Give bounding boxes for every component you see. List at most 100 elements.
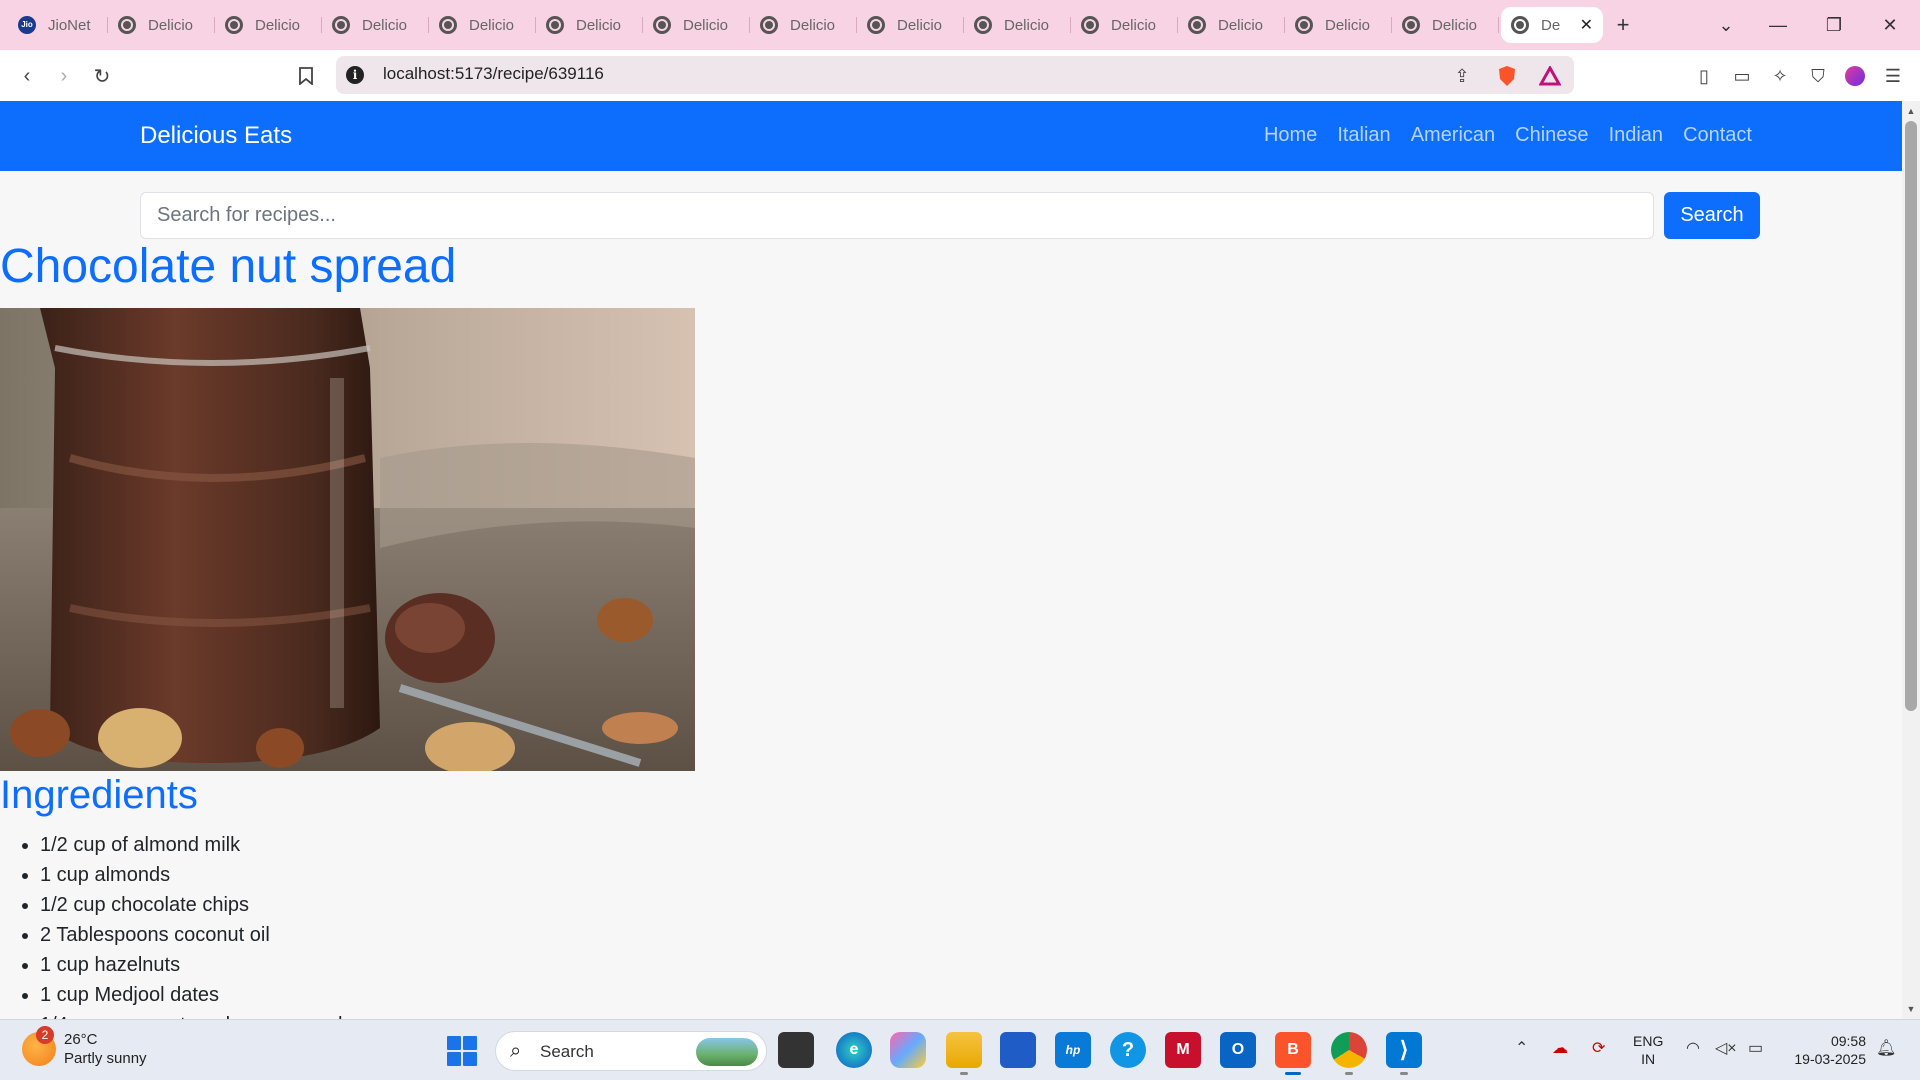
globe-icon	[118, 16, 136, 34]
globe-icon	[974, 16, 992, 34]
forward-icon[interactable]: ›	[51, 63, 77, 89]
cloud-error-icon[interactable]: ☁	[1552, 1038, 1568, 1058]
tab-delicious[interactable]: Delicio	[643, 7, 750, 43]
tab-jionet[interactable]: Jio JioNet	[0, 7, 108, 43]
ingredient-item: 1 cup almonds	[40, 860, 360, 890]
ingredient-item: 1/4 cup unsweetened cocoa powder	[40, 1010, 360, 1019]
nav-chinese[interactable]: Chinese	[1515, 124, 1588, 147]
tab-delicious[interactable]: Delicio	[1285, 7, 1392, 43]
edge-icon[interactable]: e	[836, 1032, 872, 1068]
recipe-image	[0, 308, 695, 771]
tab-delicious[interactable]: Delicio	[750, 7, 857, 43]
ingredient-item: 1/2 cup of almond milk	[40, 830, 360, 860]
site-nav: Home Italian American Chinese Indian Con…	[1264, 124, 1752, 147]
tab-delicious[interactable]: Delicio	[964, 7, 1071, 43]
scroll-thumb[interactable]	[1905, 121, 1917, 711]
help-icon[interactable]: ?	[1110, 1032, 1146, 1068]
nav-contact[interactable]: Contact	[1683, 124, 1752, 147]
taskbar-search[interactable]: ⌕ Search	[495, 1031, 767, 1071]
volume-muted-icon[interactable]: ◁×	[1715, 1038, 1737, 1058]
store-icon[interactable]	[1000, 1032, 1036, 1068]
minimize-button[interactable]: —	[1750, 0, 1806, 50]
nav-home[interactable]: Home	[1264, 124, 1317, 147]
tab-label: De	[1541, 16, 1561, 34]
tab-delicious[interactable]: Delicio	[536, 7, 643, 43]
new-tab-button[interactable]: +	[1603, 12, 1643, 38]
tab-label: Delicio	[683, 16, 729, 34]
language-code: ENG	[1633, 1033, 1664, 1049]
page-scrollbar[interactable]: ▲ ▼	[1902, 101, 1920, 1019]
globe-icon	[332, 16, 350, 34]
tab-search-chevron-icon[interactable]: ⌄	[1698, 0, 1754, 50]
tab-delicious[interactable]: Delicio	[215, 7, 322, 43]
close-tab-icon[interactable]: ✕	[1580, 15, 1593, 35]
sidebar-icon[interactable]: ▯	[1691, 63, 1717, 89]
ingredient-item: 2 Tablespoons coconut oil	[40, 920, 360, 950]
tab-delicious[interactable]: Delicio	[322, 7, 429, 43]
notification-badge: 2	[36, 1026, 54, 1044]
globe-icon	[1511, 16, 1529, 34]
menu-icon[interactable]: ☰	[1880, 63, 1906, 89]
taskbar: 2 26°C Partly sunny ⌕ Search e hp ? M O …	[0, 1019, 1920, 1080]
back-icon[interactable]: ‹	[14, 63, 40, 89]
mcafee-icon[interactable]: M	[1165, 1032, 1201, 1068]
share-icon[interactable]: ⇪	[1449, 63, 1475, 89]
tab-delicious[interactable]: Delicio	[1071, 7, 1178, 43]
leo-ai-icon[interactable]: ✧	[1767, 63, 1793, 89]
search-highlight-image	[696, 1038, 758, 1066]
myhp-icon[interactable]: hp	[1055, 1032, 1091, 1068]
tab-active[interactable]: De ✕	[1501, 7, 1603, 43]
battery-icon[interactable]: ▭	[1748, 1038, 1763, 1058]
site-brand[interactable]: Delicious Eats	[140, 122, 292, 150]
nav-american[interactable]: American	[1411, 124, 1495, 147]
tab-delicious[interactable]: Delicio	[1178, 7, 1285, 43]
tab-delicious[interactable]: Delicio	[108, 7, 215, 43]
copilot-icon[interactable]	[890, 1032, 926, 1068]
site-info-icon[interactable]: i	[346, 66, 364, 84]
ingredients-heading: Ingredients	[0, 773, 198, 817]
scroll-down-arrow-icon[interactable]: ▼	[1902, 1001, 1920, 1017]
globe-icon	[546, 16, 564, 34]
nav-indian[interactable]: Indian	[1609, 124, 1664, 147]
system-clock[interactable]: 09:58 19-03-2025	[1784, 1032, 1866, 1068]
file-explorer-dark-icon[interactable]	[778, 1032, 814, 1068]
weather-widget[interactable]: 2 26°C Partly sunny	[22, 1026, 147, 1068]
brave-rewards-icon[interactable]	[1537, 63, 1563, 89]
profile-avatar-icon[interactable]	[1842, 63, 1868, 89]
chrome-icon[interactable]	[1331, 1032, 1367, 1075]
tab-delicious[interactable]: Delicio	[1392, 7, 1499, 43]
recipe-title: Chocolate nut spread	[0, 240, 457, 293]
brave-icon[interactable]: B	[1275, 1032, 1311, 1075]
reload-icon[interactable]: ↻	[89, 63, 115, 89]
sync-error-icon[interactable]: ⟳	[1592, 1038, 1605, 1058]
show-hidden-icons-chevron-icon[interactable]: ⌃	[1515, 1038, 1528, 1058]
wifi-icon[interactable]: ◠	[1686, 1038, 1700, 1058]
vpn-icon[interactable]: ⛉	[1805, 63, 1831, 89]
nav-italian[interactable]: Italian	[1337, 124, 1390, 147]
scroll-up-arrow-icon[interactable]: ▲	[1902, 103, 1920, 119]
weather-icon: 2	[22, 1026, 56, 1066]
tab-strip: Jio JioNet Delicio Delicio Delicio Delic…	[0, 0, 1920, 50]
ingredient-item: 1 cup hazelnuts	[40, 950, 360, 980]
outlook-icon[interactable]: O	[1220, 1032, 1256, 1068]
tab-label: Delicio	[1325, 16, 1371, 34]
notifications-bell-icon[interactable]: 🔔︎	[1876, 1038, 1896, 1058]
globe-icon	[1081, 16, 1099, 34]
file-explorer-icon[interactable]	[946, 1032, 982, 1075]
globe-icon	[1188, 16, 1206, 34]
brave-shields-icon[interactable]	[1494, 63, 1520, 89]
close-window-button[interactable]: ✕	[1862, 0, 1918, 50]
bookmark-icon[interactable]	[293, 63, 319, 89]
start-button[interactable]	[447, 1036, 477, 1066]
tab-delicious[interactable]: Delicio	[429, 7, 536, 43]
vscode-icon[interactable]: ⟩	[1386, 1032, 1422, 1075]
wallet-icon[interactable]: ▭	[1729, 63, 1755, 89]
language-indicator[interactable]: ENG IN	[1633, 1032, 1663, 1068]
tab-label: Delicio	[790, 16, 836, 34]
url-text[interactable]: localhost:5173/recipe/639116	[383, 64, 604, 84]
recipe-search-input[interactable]	[140, 192, 1654, 239]
restore-button[interactable]: ❐	[1806, 0, 1862, 50]
tab-delicious[interactable]: Delicio	[857, 7, 964, 43]
search-icon: ⌕	[510, 1040, 522, 1062]
search-button[interactable]: Search	[1664, 192, 1760, 239]
